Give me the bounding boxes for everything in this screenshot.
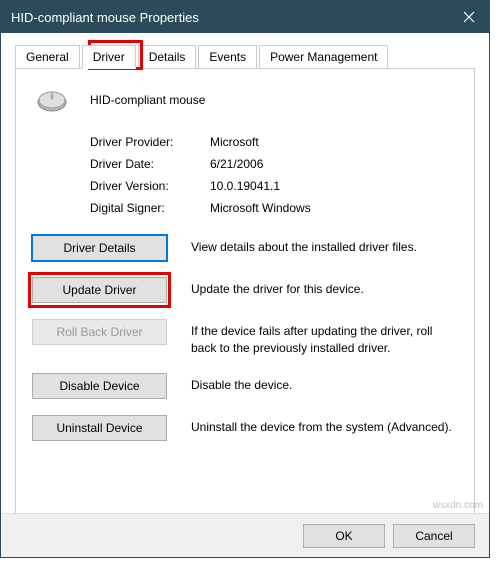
- device-name: HID-compliant mouse: [90, 93, 205, 107]
- version-value: 10.0.19041.1: [210, 179, 280, 193]
- driver-tab-panel: HID-compliant mouse Driver Provider: Mic…: [15, 69, 475, 517]
- provider-value: Microsoft: [210, 135, 259, 149]
- signer-label: Digital Signer:: [90, 201, 210, 215]
- signer-value: Microsoft Windows: [210, 201, 311, 215]
- disable-device-desc: Disable the device.: [191, 373, 292, 394]
- driver-details-button[interactable]: Driver Details: [32, 235, 167, 261]
- close-icon: [463, 11, 475, 23]
- tab-details[interactable]: Details: [138, 45, 197, 68]
- tab-driver[interactable]: Driver: [82, 45, 136, 69]
- provider-label: Driver Provider:: [90, 135, 210, 149]
- driver-details-desc: View details about the installed driver …: [191, 235, 417, 256]
- update-driver-button[interactable]: Update Driver: [32, 277, 167, 303]
- window-title: HID-compliant mouse Properties: [11, 10, 449, 25]
- date-value: 6/21/2006: [210, 157, 263, 171]
- version-label: Driver Version:: [90, 179, 210, 193]
- disable-device-button[interactable]: Disable Device: [32, 373, 167, 399]
- driver-info: Driver Provider: Microsoft Driver Date: …: [90, 135, 458, 215]
- titlebar: HID-compliant mouse Properties: [1, 1, 489, 33]
- mouse-icon: [32, 85, 72, 115]
- rollback-driver-button: Roll Back Driver: [32, 319, 167, 345]
- update-driver-desc: Update the driver for this device.: [191, 277, 364, 298]
- ok-button[interactable]: OK: [303, 524, 385, 548]
- tab-events[interactable]: Events: [198, 45, 257, 68]
- tab-power-management[interactable]: Power Management: [259, 45, 388, 68]
- tab-strip: General Driver Details Events Power Mana…: [15, 45, 475, 69]
- tab-general[interactable]: General: [15, 45, 80, 68]
- uninstall-device-button[interactable]: Uninstall Device: [32, 415, 167, 441]
- properties-dialog: HID-compliant mouse Properties General D…: [0, 0, 490, 558]
- uninstall-device-desc: Uninstall the device from the system (Ad…: [191, 415, 452, 436]
- close-button[interactable]: [449, 1, 489, 33]
- watermark: wsxdn.com: [433, 500, 483, 511]
- cancel-button[interactable]: Cancel: [393, 524, 475, 548]
- rollback-driver-desc: If the device fails after updating the d…: [191, 319, 458, 357]
- dialog-footer: OK Cancel: [1, 513, 489, 557]
- date-label: Driver Date:: [90, 157, 210, 171]
